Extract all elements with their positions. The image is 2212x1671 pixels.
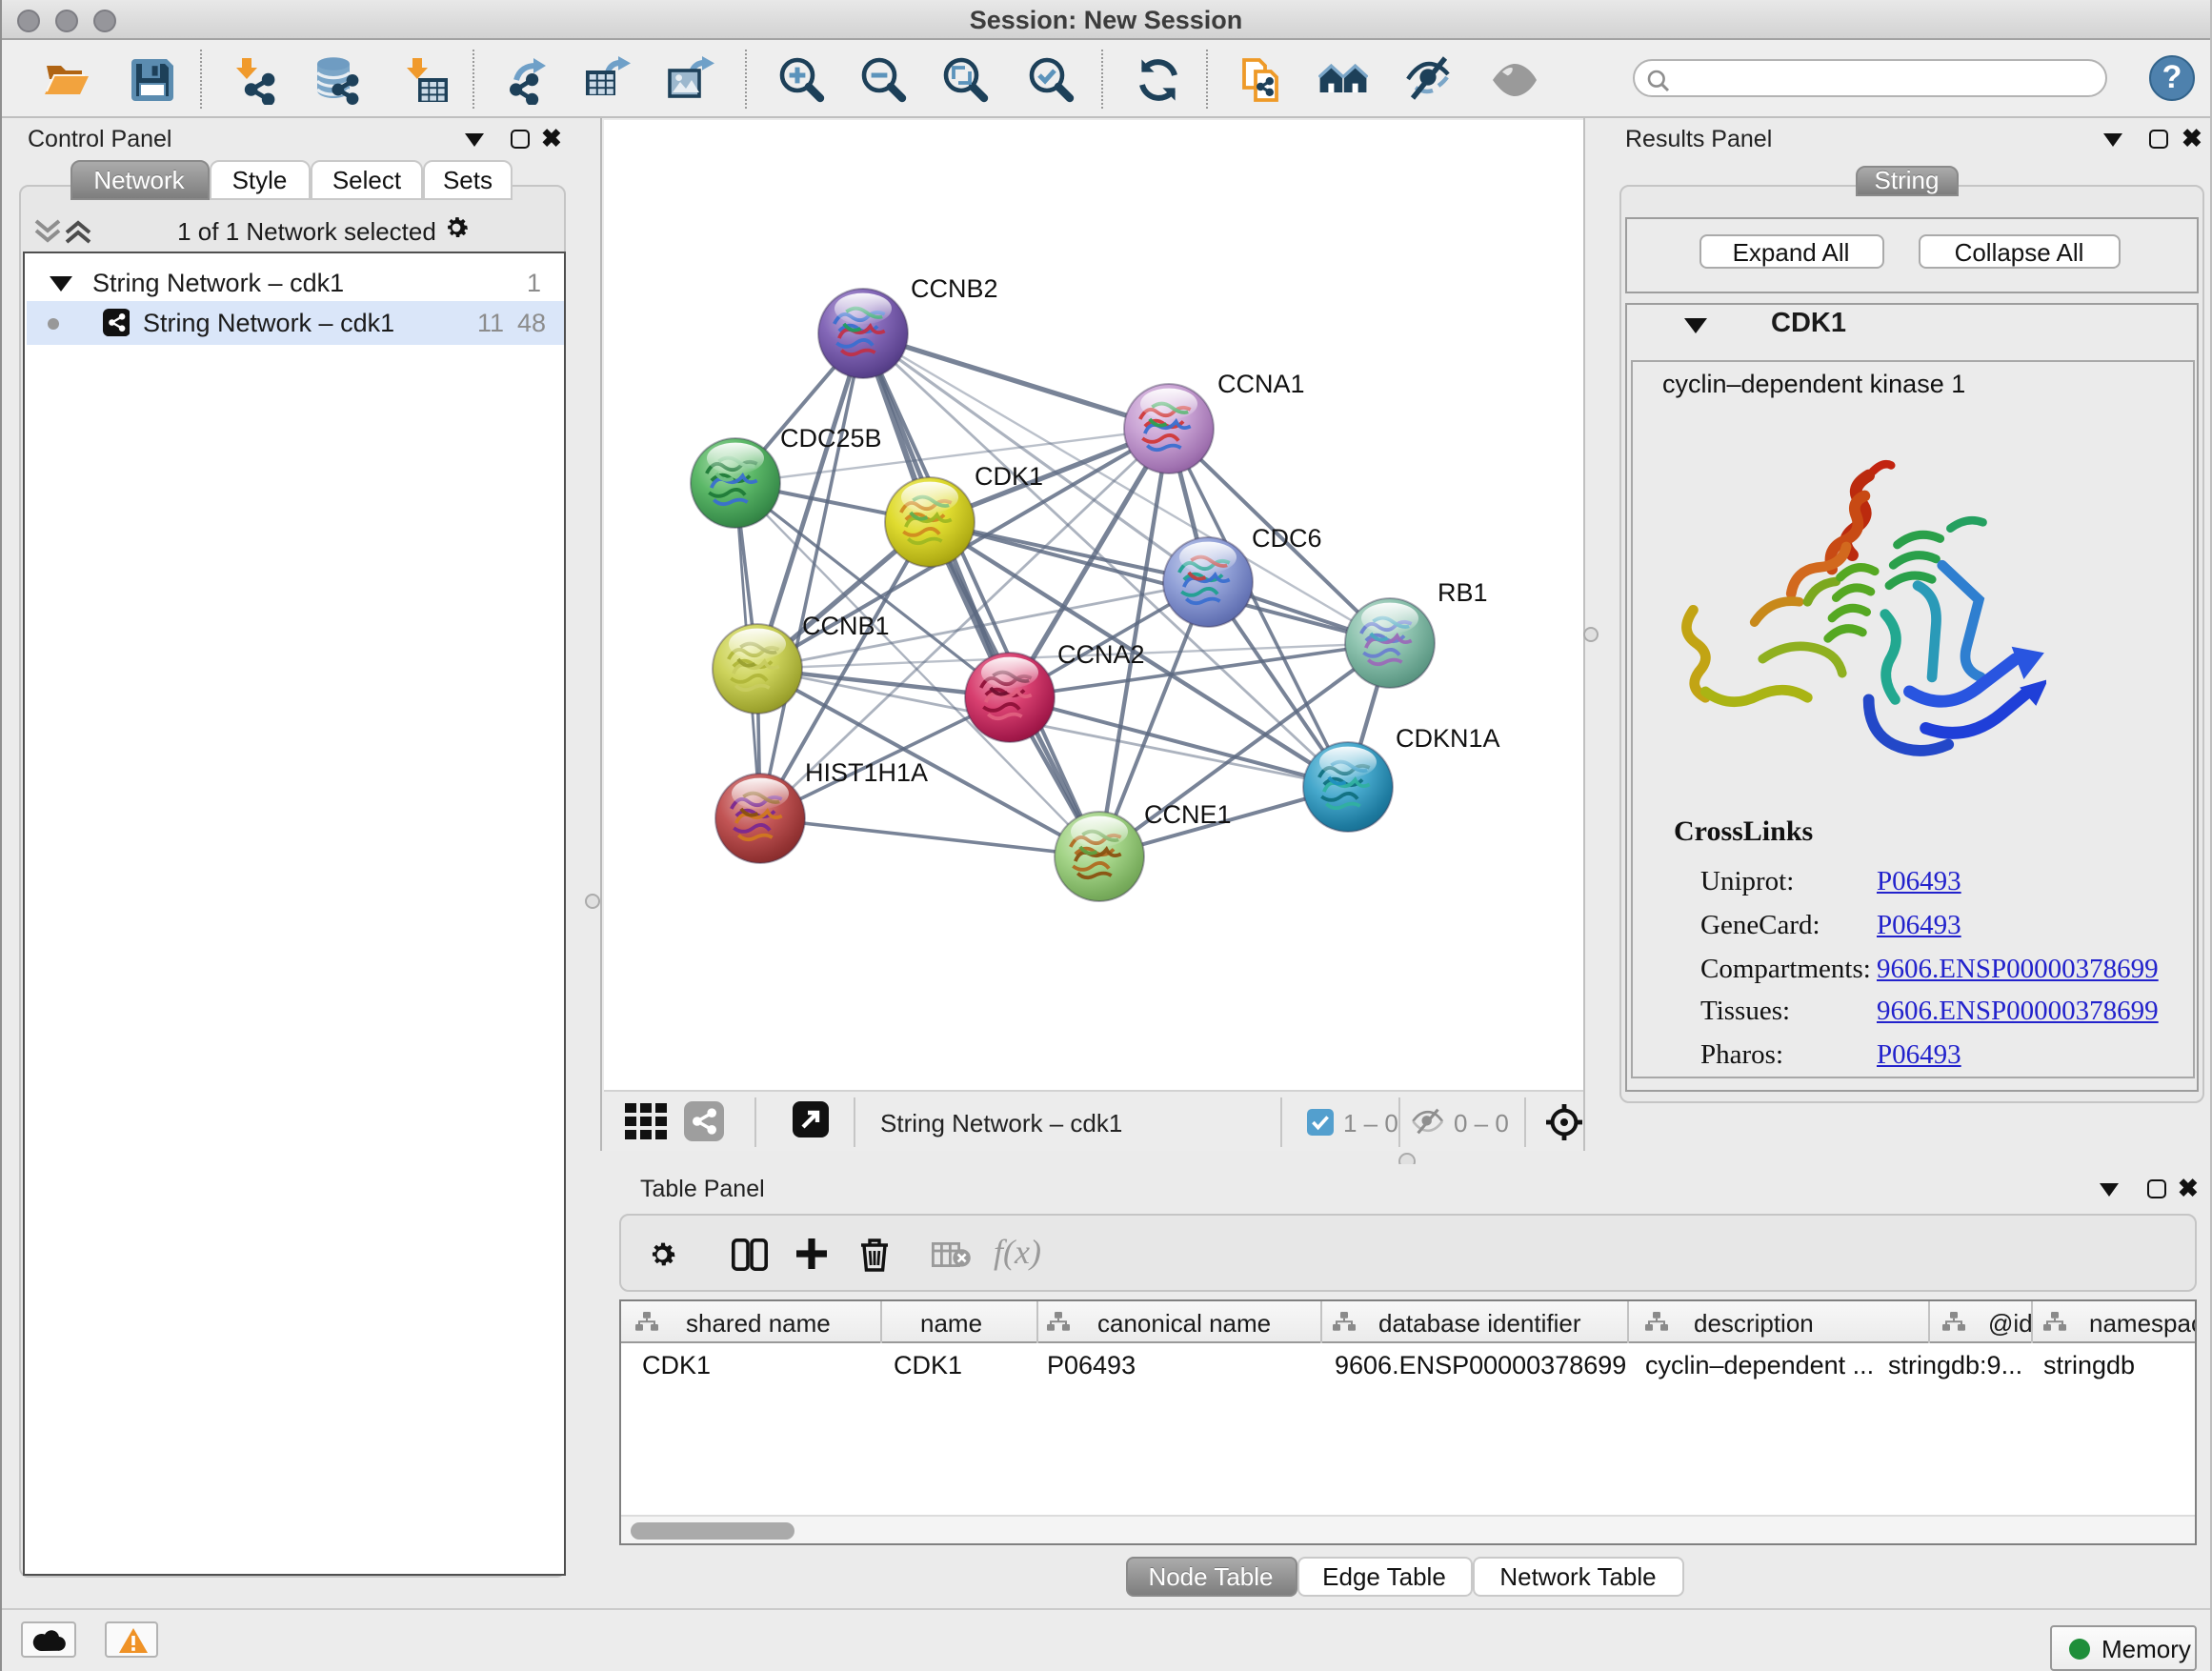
svg-text:CCNE1: CCNE1 bbox=[1144, 800, 1232, 829]
svg-text:CCNB1: CCNB1 bbox=[802, 612, 890, 640]
svg-text:CDKN1A: CDKN1A bbox=[1396, 724, 1500, 753]
svg-text:CDC6: CDC6 bbox=[1252, 524, 1322, 553]
svg-text:CCNB2: CCNB2 bbox=[911, 274, 998, 303]
svg-text:CCNA1: CCNA1 bbox=[1217, 370, 1305, 398]
svg-text:RB1: RB1 bbox=[1438, 578, 1488, 607]
svg-text:CCNA2: CCNA2 bbox=[1057, 640, 1145, 669]
svg-text:CDK1: CDK1 bbox=[975, 462, 1043, 491]
svg-text:CDC25B: CDC25B bbox=[780, 424, 882, 453]
svg-text:HIST1H1A: HIST1H1A bbox=[805, 758, 928, 787]
